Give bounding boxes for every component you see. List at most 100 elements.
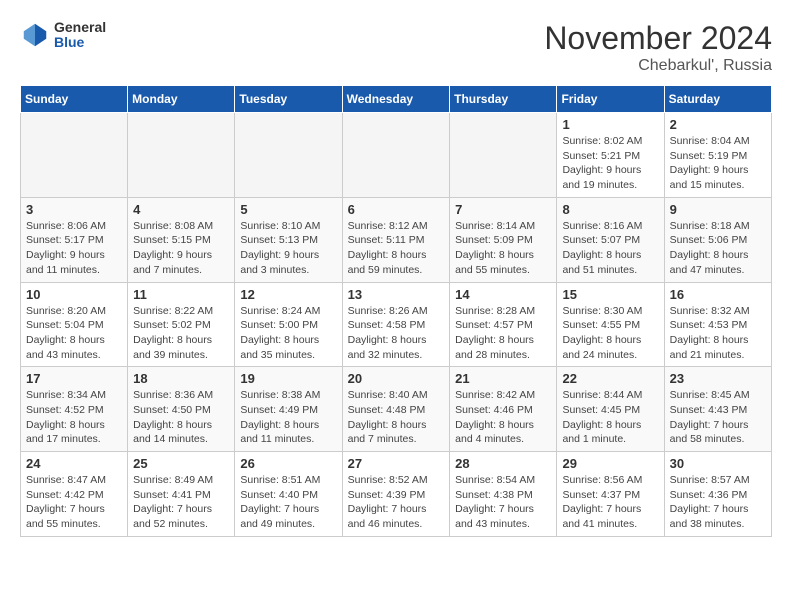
calendar-cell: 14Sunrise: 8:28 AMSunset: 4:57 PMDayligh…	[450, 282, 557, 367]
day-info: Sunrise: 8:06 AMSunset: 5:17 PMDaylight:…	[26, 219, 122, 278]
header-row: SundayMondayTuesdayWednesdayThursdayFrid…	[21, 86, 772, 113]
day-number: 24	[26, 456, 122, 471]
week-row-2: 10 Sunrise: 8:20 AMSunset: 5:04 PMDayligh…	[21, 282, 772, 367]
day-info: Sunrise: 8:04 AMSunset: 5:19 PMDaylight:…	[670, 134, 766, 193]
week-row-1: 3 Sunrise: 8:06 AMSunset: 5:17 PMDaylight…	[21, 197, 772, 282]
day-info: Sunrise: 8:26 AMSunset: 4:58 PMDaylight:…	[348, 304, 445, 363]
calendar-cell: 22 Sunrise: 8:44 AMSunset: 4:45 PMDayligh…	[557, 367, 664, 452]
day-info: Sunrise: 8:10 AMSunset: 5:13 PMDaylight:…	[240, 219, 336, 278]
calendar-cell: 29Sunrise: 8:56 AMSunset: 4:37 PMDayligh…	[557, 452, 664, 537]
day-number: 2	[670, 117, 766, 132]
calendar-cell: 27 Sunrise: 8:52 AMSunset: 4:39 PMDayligh…	[342, 452, 450, 537]
day-number: 22	[562, 371, 658, 386]
calendar-cell: 25 Sunrise: 8:49 AMSunset: 4:41 PMDayligh…	[128, 452, 235, 537]
day-number: 15	[562, 287, 658, 302]
header-tuesday: Tuesday	[235, 86, 342, 113]
calendar-cell: 18 Sunrise: 8:36 AMSunset: 4:50 PMDayligh…	[128, 367, 235, 452]
logo-blue: Blue	[54, 35, 106, 50]
calendar-cell: 20 Sunrise: 8:40 AMSunset: 4:48 PMDayligh…	[342, 367, 450, 452]
day-number: 9	[670, 202, 766, 217]
week-row-4: 24 Sunrise: 8:47 AMSunset: 4:42 PMDayligh…	[21, 452, 772, 537]
header-monday: Monday	[128, 86, 235, 113]
calendar-cell: 28Sunrise: 8:54 AMSunset: 4:38 PMDayligh…	[450, 452, 557, 537]
calendar-body: 1 Sunrise: 8:02 AMSunset: 5:21 PMDaylight…	[21, 113, 772, 537]
day-number: 23	[670, 371, 766, 386]
day-info: Sunrise: 8:22 AMSunset: 5:02 PMDaylight:…	[133, 304, 229, 363]
day-number: 19	[240, 371, 336, 386]
day-info: Sunrise: 8:24 AMSunset: 5:00 PMDaylight:…	[240, 304, 336, 363]
day-number: 17	[26, 371, 122, 386]
day-info: Sunrise: 8:20 AMSunset: 5:04 PMDaylight:…	[26, 304, 122, 363]
day-number: 27	[348, 456, 445, 471]
day-number: 18	[133, 371, 229, 386]
day-number: 10	[26, 287, 122, 302]
calendar-cell: 5 Sunrise: 8:10 AMSunset: 5:13 PMDaylight…	[235, 197, 342, 282]
logo-text: General Blue	[54, 20, 106, 51]
day-number: 25	[133, 456, 229, 471]
day-info: Sunrise: 8:40 AMSunset: 4:48 PMDaylight:…	[348, 388, 445, 447]
calendar-cell: 1 Sunrise: 8:02 AMSunset: 5:21 PMDaylight…	[557, 113, 664, 198]
subtitle: Chebarkul', Russia	[544, 57, 772, 75]
day-number: 13	[348, 287, 445, 302]
calendar-cell: 8Sunrise: 8:16 AMSunset: 5:07 PMDaylight…	[557, 197, 664, 282]
logo: General Blue	[20, 20, 106, 51]
day-info: Sunrise: 8:51 AMSunset: 4:40 PMDaylight:…	[240, 473, 336, 532]
day-info: Sunrise: 8:18 AMSunset: 5:06 PMDaylight:…	[670, 219, 766, 278]
main-title: November 2024	[544, 20, 772, 57]
day-info: Sunrise: 8:49 AMSunset: 4:41 PMDaylight:…	[133, 473, 229, 532]
day-info: Sunrise: 8:36 AMSunset: 4:50 PMDaylight:…	[133, 388, 229, 447]
calendar-cell: 12 Sunrise: 8:24 AMSunset: 5:00 PMDayligh…	[235, 282, 342, 367]
day-info: Sunrise: 8:02 AMSunset: 5:21 PMDaylight:…	[562, 134, 658, 193]
header-thursday: Thursday	[450, 86, 557, 113]
day-number: 4	[133, 202, 229, 217]
day-info: Sunrise: 8:28 AMSunset: 4:57 PMDaylight:…	[455, 304, 551, 363]
day-info: Sunrise: 8:38 AMSunset: 4:49 PMDaylight:…	[240, 388, 336, 447]
day-info: Sunrise: 8:47 AMSunset: 4:42 PMDaylight:…	[26, 473, 122, 532]
calendar-cell	[450, 113, 557, 198]
day-info: Sunrise: 8:14 AMSunset: 5:09 PMDaylight:…	[455, 219, 551, 278]
day-number: 28	[455, 456, 551, 471]
calendar-cell: 11Sunrise: 8:22 AMSunset: 5:02 PMDayligh…	[128, 282, 235, 367]
calendar-cell: 30Sunrise: 8:57 AMSunset: 4:36 PMDayligh…	[664, 452, 771, 537]
day-number: 26	[240, 456, 336, 471]
title-section: November 2024 Chebarkul', Russia	[544, 20, 772, 75]
logo-general: General	[54, 20, 106, 35]
day-number: 12	[240, 287, 336, 302]
header-saturday: Saturday	[664, 86, 771, 113]
header-sunday: Sunday	[21, 86, 128, 113]
calendar-cell	[342, 113, 450, 198]
day-info: Sunrise: 8:42 AMSunset: 4:46 PMDaylight:…	[455, 388, 551, 447]
day-number: 21	[455, 371, 551, 386]
calendar-cell: 7Sunrise: 8:14 AMSunset: 5:09 PMDaylight…	[450, 197, 557, 282]
day-info: Sunrise: 8:52 AMSunset: 4:39 PMDaylight:…	[348, 473, 445, 532]
day-number: 1	[562, 117, 658, 132]
calendar-cell: 4 Sunrise: 8:08 AMSunset: 5:15 PMDaylight…	[128, 197, 235, 282]
calendar-cell: 16 Sunrise: 8:32 AMSunset: 4:53 PMDayligh…	[664, 282, 771, 367]
calendar-table: SundayMondayTuesdayWednesdayThursdayFrid…	[20, 85, 772, 537]
day-info: Sunrise: 8:12 AMSunset: 5:11 PMDaylight:…	[348, 219, 445, 278]
calendar-cell	[128, 113, 235, 198]
calendar-cell: 15 Sunrise: 8:30 AMSunset: 4:55 PMDayligh…	[557, 282, 664, 367]
day-info: Sunrise: 8:44 AMSunset: 4:45 PMDaylight:…	[562, 388, 658, 447]
calendar-cell: 6 Sunrise: 8:12 AMSunset: 5:11 PMDaylight…	[342, 197, 450, 282]
week-row-3: 17Sunrise: 8:34 AMSunset: 4:52 PMDayligh…	[21, 367, 772, 452]
week-row-0: 1 Sunrise: 8:02 AMSunset: 5:21 PMDaylight…	[21, 113, 772, 198]
logo-icon	[20, 20, 50, 50]
calendar-cell	[21, 113, 128, 198]
calendar-cell	[235, 113, 342, 198]
day-info: Sunrise: 8:08 AMSunset: 5:15 PMDaylight:…	[133, 219, 229, 278]
day-info: Sunrise: 8:32 AMSunset: 4:53 PMDaylight:…	[670, 304, 766, 363]
calendar-cell: 13 Sunrise: 8:26 AMSunset: 4:58 PMDayligh…	[342, 282, 450, 367]
day-number: 6	[348, 202, 445, 217]
day-number: 3	[26, 202, 122, 217]
calendar-cell: 19 Sunrise: 8:38 AMSunset: 4:49 PMDayligh…	[235, 367, 342, 452]
day-info: Sunrise: 8:30 AMSunset: 4:55 PMDaylight:…	[562, 304, 658, 363]
calendar-cell: 26 Sunrise: 8:51 AMSunset: 4:40 PMDayligh…	[235, 452, 342, 537]
day-number: 20	[348, 371, 445, 386]
calendar-cell: 21 Sunrise: 8:42 AMSunset: 4:46 PMDayligh…	[450, 367, 557, 452]
day-number: 29	[562, 456, 658, 471]
calendar-cell: 10 Sunrise: 8:20 AMSunset: 5:04 PMDayligh…	[21, 282, 128, 367]
calendar-header: SundayMondayTuesdayWednesdayThursdayFrid…	[21, 86, 772, 113]
day-number: 16	[670, 287, 766, 302]
day-number: 5	[240, 202, 336, 217]
